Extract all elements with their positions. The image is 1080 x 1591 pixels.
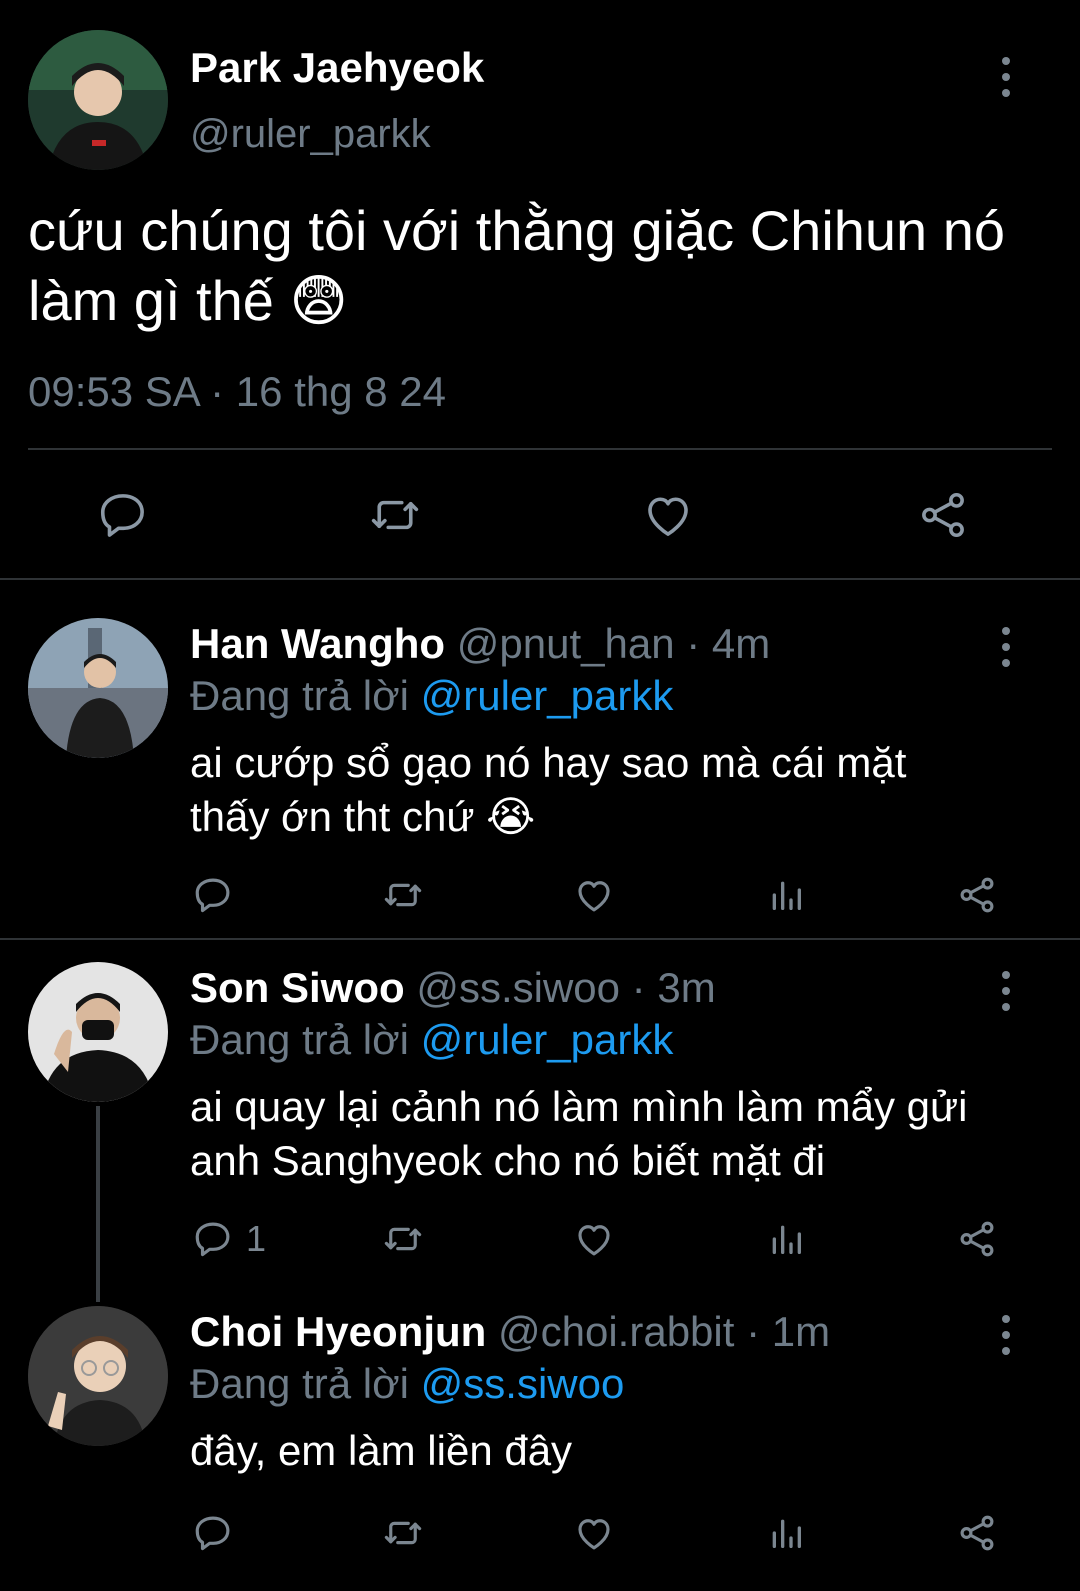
reply-text-line2-text: thấy ớn tht chứ [190, 793, 475, 840]
retweet-icon[interactable] [366, 488, 424, 542]
reply-avatar[interactable] [28, 618, 168, 758]
reply-avatar[interactable] [28, 1306, 168, 1446]
reply-header: Son Siwoo @ss.siwoo · 3m [190, 964, 716, 1012]
reply-header: Choi Hyeonjun @choi.rabbit · 1m [190, 1308, 830, 1356]
reply-author-name[interactable]: Son Siwoo [190, 964, 405, 1011]
more-vert-icon[interactable] [1000, 1315, 1012, 1355]
reply-text-line1: ai quay lại cảnh nó làm mình làm mẩy gửi [190, 1083, 968, 1130]
like-icon[interactable] [573, 874, 615, 916]
reply-text: ai cướp sổ gạo nó hay sao mà cái mặt thấ… [190, 736, 906, 844]
more-vert-icon[interactable] [1000, 627, 1012, 667]
reply-count: 1 [246, 1218, 267, 1259]
views-icon[interactable] [766, 1512, 806, 1554]
tweet-text-line2: làm gì thế 😨 [28, 266, 1048, 336]
replying-to-prefix: Đang trả lời [190, 672, 409, 719]
reply-text: đây, em làm liền đây [190, 1424, 572, 1478]
reply-text-line2: anh Sanghyeok cho nó biết mặt đi [190, 1137, 826, 1184]
tweet-text-line2-text: làm gì thế [28, 269, 274, 332]
tweet-text: cứu chúng tôi với thằng giặc Chihun nó l… [28, 196, 1048, 336]
replying-to-handle[interactable]: @ruler_parkk [421, 1016, 674, 1063]
reply-author-name[interactable]: Choi Hyeonjun [190, 1308, 486, 1355]
like-icon[interactable] [573, 1218, 615, 1260]
more-vert-icon[interactable] [1000, 971, 1012, 1011]
replying-to-handle[interactable]: @ruler_parkk [421, 672, 674, 719]
share-icon[interactable] [956, 874, 998, 916]
reply-avatar[interactable] [28, 962, 168, 1102]
replying-to-prefix: Đang trả lời [190, 1360, 409, 1407]
replying-to-handle[interactable]: @ss.siwoo [421, 1360, 625, 1407]
reply-author-meta[interactable]: @choi.rabbit · 1m [498, 1308, 830, 1355]
reply-icon[interactable] [192, 1512, 234, 1554]
reply-author-meta[interactable]: @ss.siwoo · 3m [416, 964, 715, 1011]
share-icon[interactable] [916, 488, 970, 542]
fearful-emoji: 😨 [289, 269, 348, 332]
reply-icon[interactable] [192, 1218, 234, 1260]
replying-to-line: Đang trả lời @ruler_parkk [190, 1016, 673, 1064]
reply-author-name[interactable]: Han Wangho [190, 620, 445, 667]
replying-to-line: Đang trả lời @ss.siwoo [190, 1360, 624, 1408]
reply-text-line2: thấy ớn tht chứ 😭 [190, 790, 906, 844]
author-name[interactable]: Park Jaehyeok [190, 44, 484, 92]
retweet-icon[interactable] [380, 1218, 426, 1260]
reply-header: Han Wangho @pnut_han · 4m [190, 620, 770, 668]
replying-to-line: Đang trả lời @ruler_parkk [190, 672, 673, 720]
retweet-icon[interactable] [380, 1512, 426, 1554]
reply-icon[interactable] [96, 488, 150, 542]
views-icon[interactable] [766, 874, 806, 916]
like-icon[interactable] [573, 1512, 615, 1554]
views-icon[interactable] [766, 1218, 806, 1260]
reply-text: ai quay lại cảnh nó làm mình làm mẩy gửi… [190, 1080, 967, 1188]
more-vert-icon[interactable] [1000, 57, 1012, 97]
tweet-timestamp[interactable]: 09:53 SA · 16 thg 8 24 [28, 368, 446, 416]
reply-icon[interactable] [192, 874, 234, 916]
author-avatar[interactable] [28, 30, 168, 170]
main-tweet-divider [0, 578, 1080, 580]
tweet-text-line1: cứu chúng tôi với thằng giặc Chihun nó [28, 199, 1006, 262]
share-icon[interactable] [956, 1512, 998, 1554]
reply-divider [0, 938, 1080, 940]
thread-connector-line [96, 1106, 100, 1302]
author-handle[interactable]: @ruler_parkk [190, 112, 431, 157]
timestamp-divider [28, 448, 1052, 450]
reply-text-line1: đây, em làm liền đây [190, 1427, 573, 1474]
like-icon[interactable] [641, 488, 695, 542]
replying-to-prefix: Đang trả lời [190, 1016, 409, 1063]
retweet-icon[interactable] [380, 874, 426, 916]
crying-emoji: 😭 [486, 793, 536, 840]
reply-text-line1: ai cướp sổ gạo nó hay sao mà cái mặt [190, 739, 907, 786]
reply-author-meta[interactable]: @pnut_han · 4m [457, 620, 770, 667]
share-icon[interactable] [956, 1218, 998, 1260]
